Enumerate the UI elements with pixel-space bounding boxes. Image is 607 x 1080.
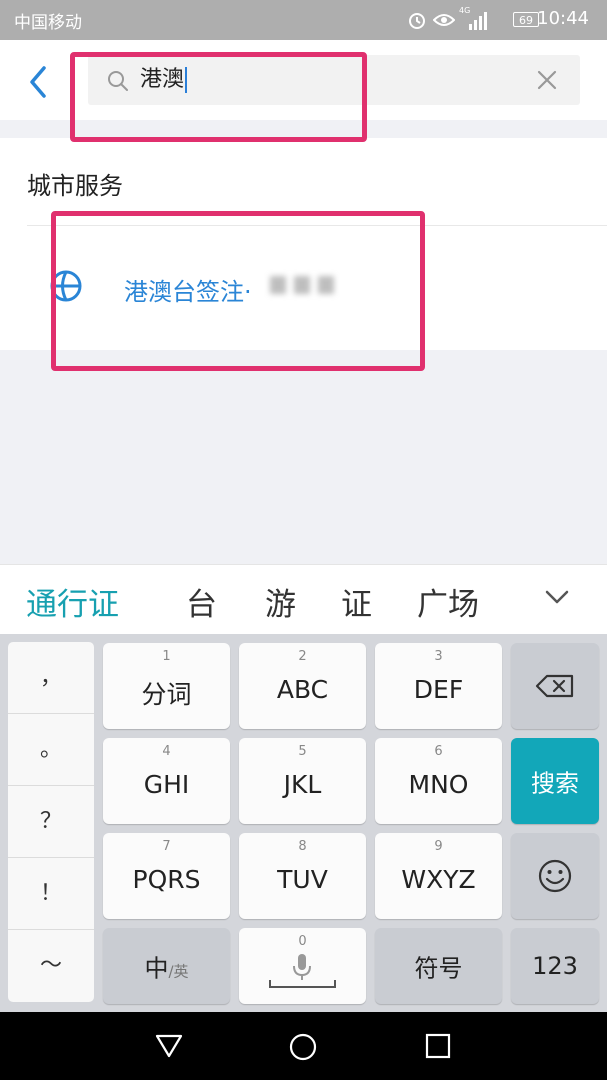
annotation-box-search — [70, 52, 367, 142]
space-bar-line — [269, 980, 336, 988]
emoji-button[interactable] — [511, 833, 599, 919]
key-5[interactable]: 5 JKL — [239, 738, 366, 824]
candidate-bar: 通行证 台 游 证 广场 — [0, 564, 607, 635]
clock: 10:44 — [537, 8, 589, 29]
backspace-icon — [535, 674, 574, 698]
battery-icon: 69 — [513, 12, 539, 27]
status-bar: 中国移动 4G 69 10:44 — [0, 0, 607, 40]
symbol-key[interactable]: 符号 — [375, 928, 502, 1004]
numeric-key[interactable]: 123 — [511, 928, 599, 1004]
punct-key-tilde[interactable]: ～ — [8, 930, 94, 1002]
navigation-bar — [0, 1012, 607, 1080]
eye-icon — [433, 12, 455, 28]
nav-recents-button[interactable] — [424, 1032, 452, 1064]
carrier-label: 中国移动 — [14, 13, 82, 33]
keyboard: ， 。 ？ ！ ～ 1 分词 2 ABC 3 DEF 4 GHI 5 JKL 6… — [0, 634, 607, 1012]
language-switch-key[interactable]: 中/英 — [103, 928, 230, 1004]
close-icon — [537, 70, 557, 90]
alarm-icon — [407, 10, 427, 30]
nav-back-button[interactable] — [154, 1032, 184, 1064]
expand-candidates-button[interactable] — [543, 587, 571, 611]
key-2[interactable]: 2 ABC — [239, 643, 366, 729]
search-key[interactable]: 搜索 — [511, 738, 599, 824]
punct-key-question[interactable]: ？ — [8, 786, 94, 858]
key-4[interactable]: 4 GHI — [103, 738, 230, 824]
backspace-button[interactable] — [511, 643, 599, 729]
candidate-item[interactable]: 台 — [186, 579, 217, 624]
back-button[interactable] — [24, 62, 54, 102]
annotation-box-result — [51, 211, 425, 371]
key-3[interactable]: 3 DEF — [375, 643, 502, 729]
key-9[interactable]: 9 WXYZ — [375, 833, 502, 919]
candidate-item[interactable]: 广场 — [417, 579, 479, 624]
punct-key-exclaim[interactable]: ！ — [8, 858, 94, 930]
key-6[interactable]: 6 MNO — [375, 738, 502, 824]
key-8[interactable]: 8 TUV — [239, 833, 366, 919]
key-7[interactable]: 7 PQRS — [103, 833, 230, 919]
punct-key-comma[interactable]: ， — [8, 642, 94, 714]
candidate-item[interactable]: 通行证 — [26, 579, 119, 624]
key-1[interactable]: 1 分词 — [103, 643, 230, 729]
space-key[interactable]: 0 — [239, 928, 366, 1004]
candidate-item[interactable]: 游 — [265, 579, 296, 624]
chevron-down-icon — [545, 590, 569, 604]
punctuation-column: ， 。 ？ ！ ～ — [8, 642, 94, 1002]
candidate-item[interactable]: 证 — [341, 579, 372, 624]
clear-search-button[interactable] — [536, 69, 558, 91]
square-recents-icon — [425, 1033, 451, 1059]
chevron-left-icon — [30, 66, 46, 98]
emoji-icon — [538, 859, 572, 893]
nav-home-button[interactable] — [288, 1032, 318, 1066]
punct-key-period[interactable]: 。 — [8, 714, 94, 786]
circle-home-icon — [289, 1033, 317, 1061]
section-title: 城市服务 — [27, 172, 123, 200]
microphone-icon — [293, 954, 311, 980]
triangle-back-icon — [155, 1034, 183, 1058]
signal-icon: 4G — [459, 6, 487, 30]
